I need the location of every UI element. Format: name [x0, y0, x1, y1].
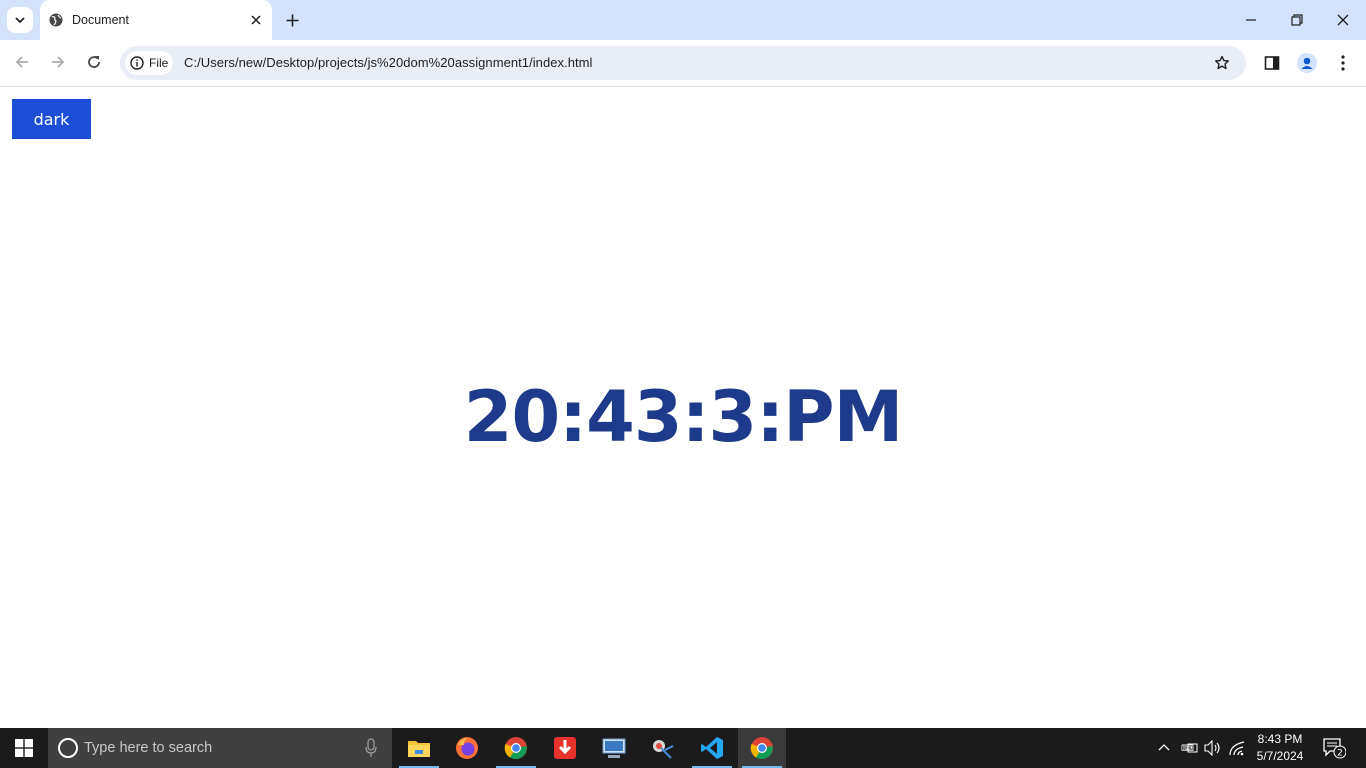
notification-icon: 2 — [1323, 738, 1347, 759]
taskbar-time: 8:43 PM — [1257, 732, 1303, 746]
address-bar[interactable]: File C:/Users/new/Desktop/projects/js%20… — [120, 46, 1246, 80]
chevron-up-icon — [1158, 744, 1170, 751]
restore-button[interactable] — [1287, 10, 1307, 30]
profile-button[interactable] — [1297, 52, 1317, 74]
arrow-left-icon — [15, 56, 28, 68]
taskbar: Type here to search ⌨ 8:43 PM 5/7/2024 2 — [0, 728, 1366, 768]
snipping-tool-app[interactable] — [639, 728, 687, 768]
vscode-icon — [701, 737, 723, 759]
vscode-app[interactable] — [688, 728, 736, 768]
close-icon — [251, 15, 261, 25]
cortana-icon — [58, 738, 78, 758]
page-viewport: dark 20:43:3:PM — [0, 87, 1366, 728]
avatar-icon — [1297, 53, 1317, 73]
close-window-button[interactable] — [1333, 10, 1353, 30]
back-button[interactable] — [12, 52, 32, 72]
side-panel-icon — [1264, 56, 1280, 70]
start-button[interactable] — [0, 728, 48, 768]
new-tab-button[interactable] — [283, 11, 301, 29]
control-panel-app[interactable] — [590, 728, 638, 768]
show-hidden-icons-button[interactable] — [1154, 738, 1174, 758]
chrome-active-app[interactable] — [738, 728, 786, 768]
notification-center-button[interactable]: 2 — [1322, 737, 1347, 759]
taskbar-date: 5/7/2024 — [1256, 749, 1304, 763]
globe-icon — [49, 13, 63, 27]
chevron-down-icon — [15, 17, 25, 24]
microphone-icon[interactable] — [364, 738, 378, 758]
side-panel-button[interactable] — [1262, 52, 1282, 74]
reload-button[interactable] — [84, 52, 104, 72]
bookmark-button[interactable] — [1212, 53, 1232, 73]
network-button[interactable] — [1228, 738, 1248, 758]
windows-logo-icon — [15, 739, 33, 757]
chrome-app[interactable] — [492, 728, 540, 768]
chrome-icon — [504, 737, 527, 760]
site-info-chip[interactable]: File — [125, 51, 173, 75]
chrome-icon — [750, 737, 773, 760]
wifi-icon — [1229, 741, 1245, 756]
forward-button[interactable] — [48, 52, 68, 72]
monitor-icon — [602, 738, 626, 758]
tab-close-button[interactable] — [248, 12, 264, 28]
star-icon — [1215, 55, 1229, 70]
dark-mode-button[interactable]: dark — [12, 99, 91, 139]
search-placeholder: Type here to search — [84, 740, 213, 756]
info-icon — [130, 56, 144, 70]
url-text[interactable]: C:/Users/new/Desktop/projects/js%20dom%2… — [184, 55, 593, 70]
scissors-icon — [653, 740, 674, 759]
reload-icon — [88, 56, 100, 68]
firefox-icon — [456, 737, 478, 759]
download-manager-app[interactable] — [541, 728, 589, 768]
plus-icon — [286, 14, 298, 26]
arrow-right-icon — [52, 56, 65, 68]
restore-icon — [1291, 14, 1303, 26]
speaker-icon — [1204, 740, 1220, 756]
keyboard-language-icon: ⌨ — [1181, 743, 1198, 754]
tab-search-button[interactable] — [7, 7, 33, 33]
browser-toolbar: File C:/Users/new/Desktop/projects/js%20… — [0, 40, 1366, 87]
volume-button[interactable] — [1203, 738, 1223, 758]
minimize-button[interactable] — [1241, 10, 1261, 30]
download-icon — [554, 737, 576, 759]
menu-button[interactable] — [1333, 52, 1353, 74]
close-icon — [1337, 14, 1349, 26]
folder-icon — [408, 741, 430, 757]
notification-count: 2 — [1337, 749, 1343, 759]
clock-display: 20:43:3:PM — [463, 376, 903, 458]
taskbar-search[interactable]: Type here to search — [48, 728, 392, 768]
firefox-app[interactable] — [443, 728, 491, 768]
tab-title: Document — [72, 13, 129, 27]
input-language-button[interactable]: ⌨ — [1179, 738, 1199, 758]
taskbar-clock[interactable]: 8:43 PM 5/7/2024 — [1250, 731, 1310, 765]
minimize-icon — [1246, 19, 1256, 21]
file-explorer-app[interactable] — [395, 728, 443, 768]
browser-tab[interactable]: Document — [40, 0, 272, 40]
more-vertical-icon — [1341, 55, 1345, 71]
tab-strip: Document — [0, 0, 1366, 40]
site-chip-label: File — [149, 56, 169, 70]
